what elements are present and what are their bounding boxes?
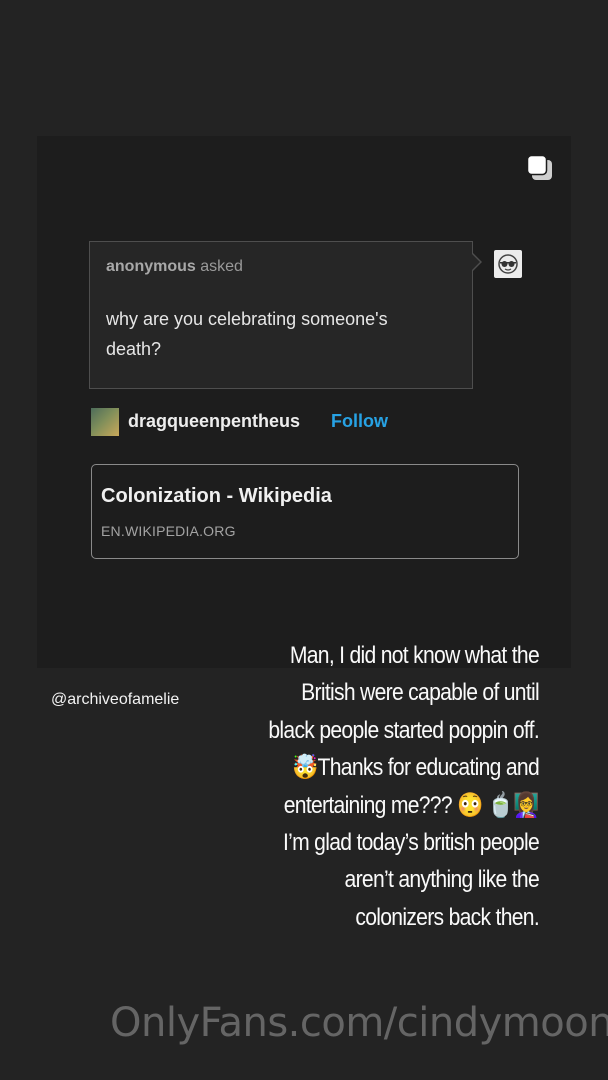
caption-line: 🤯Thanks for educating and xyxy=(291,754,540,782)
watermark: OnlyFans.com/cindymoon7 xyxy=(110,1000,608,1046)
ask-bubble: anonymous asked why are you celebrating … xyxy=(89,241,473,389)
asked-label: asked xyxy=(200,258,243,275)
username-link[interactable]: dragqueenpentheus xyxy=(128,411,300,432)
anonymous-avatar-icon xyxy=(494,250,522,278)
link-title: Colonization - Wikipedia xyxy=(101,485,332,507)
user-avatar[interactable] xyxy=(91,408,119,436)
asker-name: anonymous xyxy=(106,258,196,275)
caption-line: entertaining me??? 😳 🍵👩‍🏫 xyxy=(283,791,540,819)
caption-line: black people started poppin off. xyxy=(268,716,539,744)
asker-line: anonymous asked xyxy=(106,258,243,276)
copy-icon[interactable] xyxy=(526,154,553,181)
follow-button[interactable]: Follow xyxy=(331,411,388,432)
caption-line: I’m glad today’s british people xyxy=(282,829,540,857)
link-domain: EN.WIKIPEDIA.ORG xyxy=(101,523,236,539)
caption-line: Man, I did not know what the xyxy=(289,642,540,669)
credit-handle[interactable]: @archiveofamelie xyxy=(51,691,179,709)
story-caption: Man, I did not know what the British wer… xyxy=(219,637,539,936)
link-preview-card[interactable]: Colonization - Wikipedia EN.WIKIPEDIA.OR… xyxy=(91,464,519,559)
caption-line: British were capable of until xyxy=(301,679,540,707)
post-card xyxy=(37,136,571,668)
caption-line: colonizers back then. xyxy=(355,903,539,931)
ask-question: why are you celebrating someone's death? xyxy=(106,309,388,359)
ask-bubble-tail-inner xyxy=(471,253,480,271)
caption-line: aren’t anything like the xyxy=(344,866,540,894)
